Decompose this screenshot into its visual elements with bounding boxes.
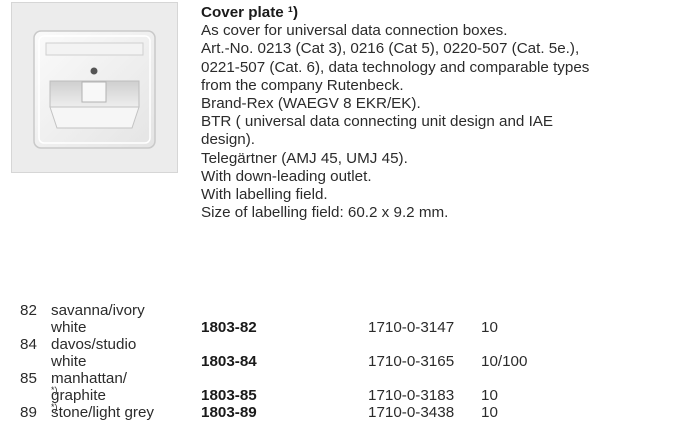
pack-size: 10/100	[481, 353, 528, 370]
variant-code: 82	[20, 302, 37, 319]
variant-color-cont: white	[51, 353, 87, 370]
variant-color: davos/studio	[51, 336, 137, 353]
article-number: 1803-84	[201, 353, 257, 370]
description-line: 0221-507 (Cat. 6), data technology and c…	[201, 58, 590, 76]
description-line: Telegärtner (AMJ 45, UMJ 45).	[201, 149, 408, 167]
description-line: design).	[201, 131, 256, 149]
article-number: 1803-85	[201, 387, 257, 404]
variant-color: stone/light grey *)	[51, 401, 154, 421]
variant-code: 89	[20, 404, 37, 421]
ean-code: 1710-0-3165	[368, 353, 455, 370]
variant-color-cont: white	[51, 319, 87, 336]
pack-size: 10	[481, 404, 498, 421]
product-description: Cover plate ¹) As cover for universal da…	[201, 4, 681, 222]
cover-plate-illustration	[33, 30, 156, 149]
ean-code: 1710-0-3438	[368, 404, 455, 421]
description-line: from the company Rutenbeck.	[201, 76, 404, 94]
description-line: As cover for universal data connection b…	[201, 22, 508, 40]
variant-color-text: graphite	[51, 387, 106, 404]
ean-code: 1710-0-3147	[368, 319, 455, 336]
article-number: 1803-89	[201, 404, 257, 421]
variant-code: 84	[20, 336, 37, 353]
footnote-mark: *)	[51, 384, 58, 395]
description-line: Brand-Rex (WAEGV 8 EKR/EK).	[201, 95, 421, 113]
product-image	[11, 2, 178, 173]
variant-color: savanna/ivory	[51, 302, 145, 319]
pack-size: 10	[481, 387, 498, 404]
description-line: BTR ( universal data connecting unit des…	[201, 113, 554, 131]
variant-color-text: stone/light grey	[51, 404, 154, 421]
variant-code: 85	[20, 370, 37, 387]
ean-code: 1710-0-3183	[368, 387, 455, 404]
description-line: With down-leading outlet.	[201, 167, 372, 185]
footnote-mark: *)	[51, 401, 58, 412]
product-title: Cover plate ¹)	[201, 4, 299, 21]
description-line: With labelling field.	[201, 186, 328, 204]
description-line: Size of labelling field: 60.2 x 9.2 mm.	[201, 204, 449, 222]
pack-size: 10	[481, 319, 498, 336]
variant-color: manhattan/	[51, 370, 127, 387]
article-number: 1803-82	[201, 319, 257, 336]
description-line: Art.-No. 0213 (Cat 3), 0216 (Cat 5), 022…	[201, 40, 580, 58]
